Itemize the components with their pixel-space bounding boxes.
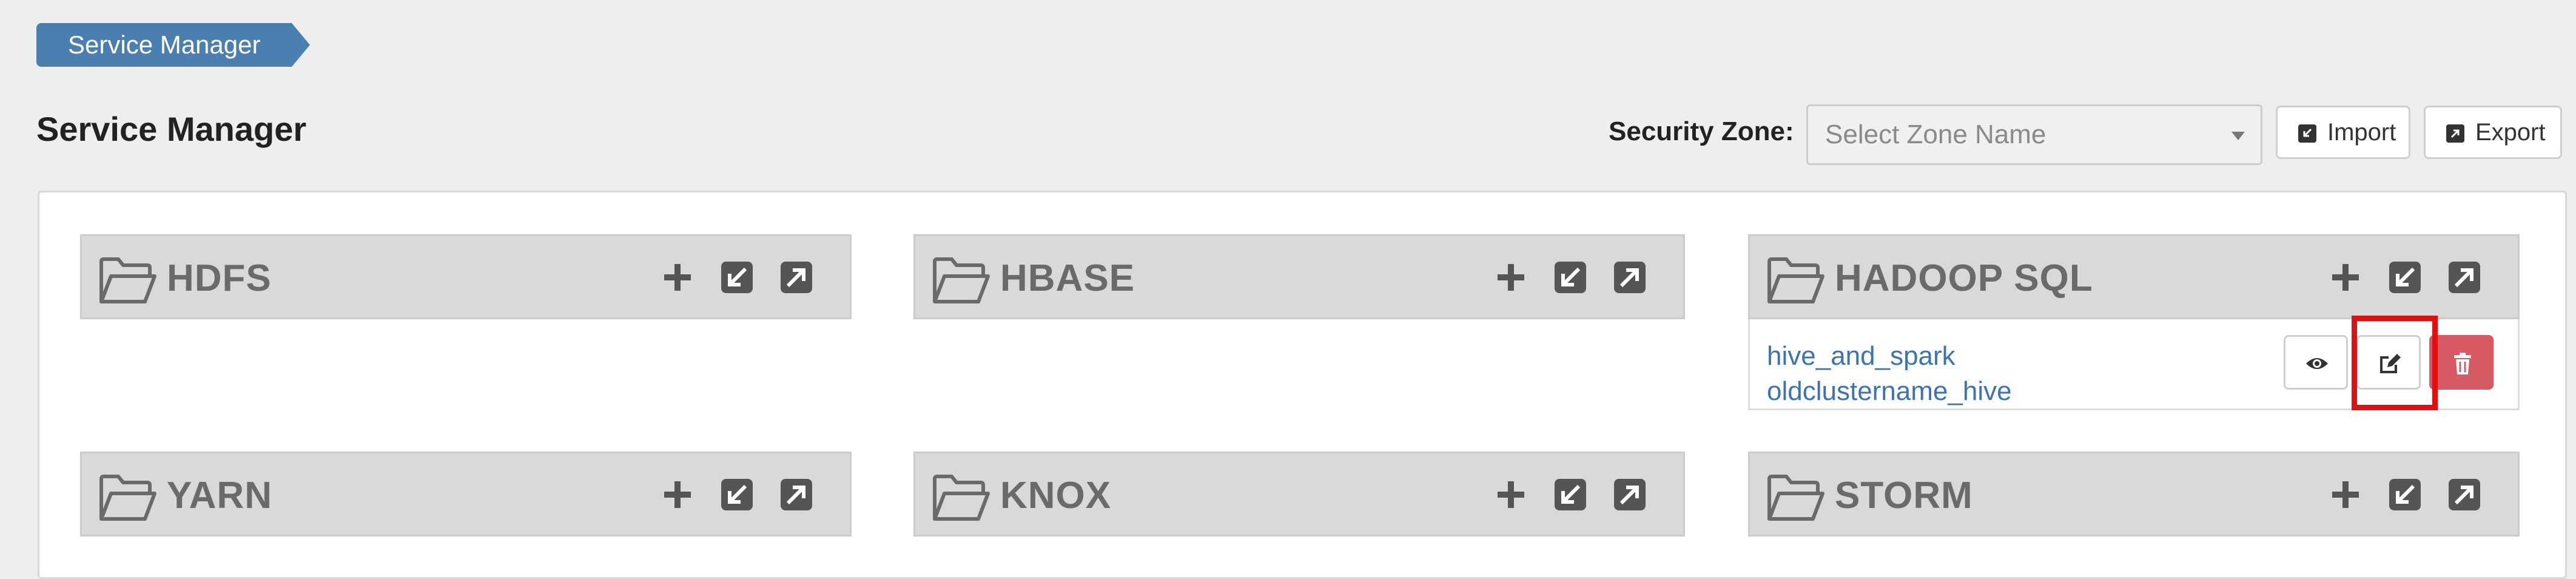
plus-icon[interactable] (1494, 260, 1528, 294)
plus-icon[interactable] (661, 260, 694, 294)
service-card-header: HBASE (913, 234, 1685, 319)
repo-list: hive_and_spark oldclustername_hive (1767, 339, 2012, 409)
service-name: HBASE (1000, 257, 1135, 299)
service-card-header: KNOX (913, 452, 1685, 537)
eye-icon (2306, 358, 2328, 369)
folder-open-icon (99, 475, 156, 521)
plus-icon[interactable] (2329, 260, 2362, 294)
import-button-label: Import (2327, 119, 2396, 146)
edit-icon (2380, 354, 2401, 373)
service-card-header: YARN (80, 452, 852, 537)
service-name: HADOOP SQL (1835, 257, 2093, 299)
view-button[interactable] (2284, 335, 2348, 390)
export-icon (2446, 124, 2464, 143)
export-icon[interactable] (779, 260, 813, 294)
import-icon[interactable] (720, 260, 754, 294)
service-card-knox: KNOX (913, 452, 1685, 537)
plus-icon[interactable] (661, 478, 694, 512)
service-card-header: HDFS (80, 234, 852, 319)
import-icon[interactable] (720, 478, 754, 512)
security-zone-placeholder: Select Zone Name (1825, 120, 2046, 149)
repo-link-hive-and-spark[interactable]: hive_and_spark (1767, 339, 2012, 374)
trash-icon (2454, 353, 2471, 374)
security-zone-select[interactable]: Select Zone Name (1806, 104, 2262, 165)
page-title: Service Manager (36, 110, 307, 148)
repo-link-oldclustername-hive[interactable]: oldclustername_hive (1767, 374, 2012, 409)
plus-icon[interactable] (2329, 478, 2362, 512)
service-card-hbase: HBASE (913, 234, 1685, 319)
edit-button[interactable] (2356, 335, 2421, 390)
service-name: HDFS (167, 257, 272, 299)
folder-open-icon (1767, 257, 1824, 303)
service-name: KNOX (1000, 475, 1112, 516)
import-icon[interactable] (2388, 478, 2422, 512)
export-icon[interactable] (2447, 478, 2481, 512)
security-zone-label: Security Zone: (1609, 117, 1794, 146)
export-button-label: Export (2475, 119, 2546, 146)
folder-open-icon (1767, 475, 1824, 521)
export-icon[interactable] (1613, 478, 1647, 512)
service-card-body: hive_and_spark oldclustername_hive (1748, 319, 2520, 410)
export-icon[interactable] (2447, 260, 2481, 294)
import-button[interactable]: Import (2276, 106, 2410, 159)
service-card-header: HADOOP SQL (1748, 234, 2520, 319)
service-card-hadoop-sql: HADOOP SQL hive_and_spark oldclustername… (1748, 234, 2520, 410)
delete-button[interactable] (2429, 335, 2494, 390)
folder-open-icon (933, 475, 990, 521)
folder-open-icon (99, 257, 156, 303)
import-icon[interactable] (1553, 478, 1587, 512)
breadcrumb-service-manager[interactable]: Service Manager (36, 23, 311, 67)
chevron-down-icon (2231, 132, 2245, 140)
service-card-storm: STORM (1748, 452, 2520, 537)
folder-open-icon (933, 257, 990, 303)
plus-icon[interactable] (1494, 478, 1528, 512)
service-card-hdfs: HDFS (80, 234, 852, 319)
import-icon[interactable] (1553, 260, 1587, 294)
import-icon (2298, 124, 2316, 143)
export-icon[interactable] (1613, 260, 1647, 294)
service-card-yarn: YARN (80, 452, 852, 537)
service-card-header: STORM (1748, 452, 2520, 537)
export-icon[interactable] (779, 478, 813, 512)
breadcrumb: Service Manager (36, 23, 311, 67)
service-name: YARN (167, 475, 272, 516)
import-icon[interactable] (2388, 260, 2422, 294)
export-button[interactable]: Export (2424, 106, 2562, 159)
service-name: STORM (1835, 475, 1973, 516)
